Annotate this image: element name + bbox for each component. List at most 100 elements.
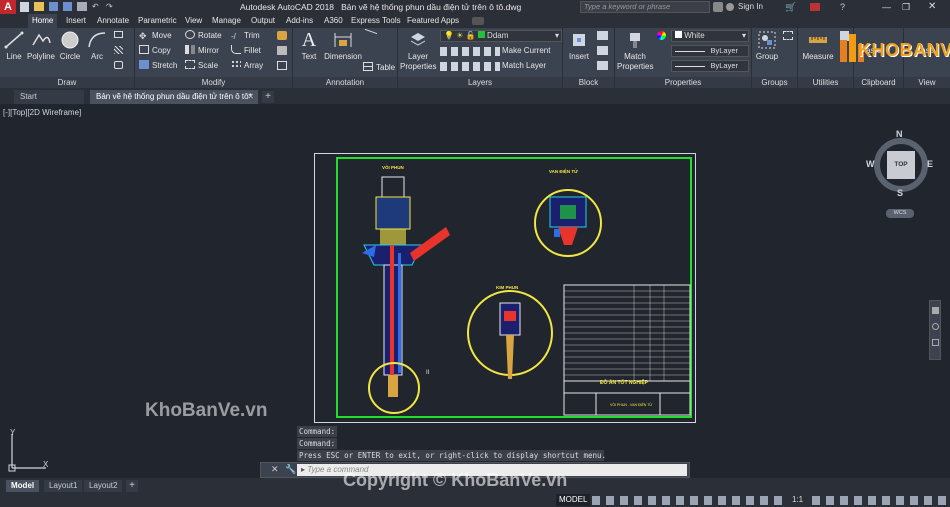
exchange-icon[interactable] xyxy=(810,3,820,11)
arc-button[interactable]: Arc xyxy=(86,29,108,62)
binoculars-icon[interactable] xyxy=(713,2,723,12)
measure-button[interactable]: Measure xyxy=(800,29,836,62)
drawing-viewport[interactable]: [-][Top][2D Wireframe] VÒI PHUN VAN ĐIỆN… xyxy=(0,104,950,478)
annotation-scale[interactable]: 1:1 xyxy=(792,494,803,506)
draw-tools-grid[interactable] xyxy=(112,31,132,71)
add-layout-button[interactable]: + xyxy=(126,480,138,492)
tab-annotate[interactable]: Annotate xyxy=(93,14,133,28)
layer-tools-row1[interactable] xyxy=(440,47,500,56)
properties-panel-title[interactable]: Properties xyxy=(615,77,751,88)
ribbon-toggle-icon[interactable] xyxy=(472,17,484,25)
tab-insert[interactable]: Insert xyxy=(62,14,90,28)
polyline-button[interactable]: Polyline xyxy=(26,29,56,62)
app-menu-button[interactable]: A xyxy=(0,0,16,14)
block-panel-title[interactable]: Block xyxy=(563,77,614,88)
scale-button[interactable]: Scale xyxy=(185,60,218,72)
undo-icon[interactable]: ↶ xyxy=(92,2,101,11)
new-tab-button[interactable]: + xyxy=(262,91,274,103)
tab-express-tools[interactable]: Express Tools xyxy=(347,14,405,28)
color-wheel-icon[interactable] xyxy=(657,31,666,40)
tab-parametric[interactable]: Parametric xyxy=(134,14,181,28)
tab-featured-apps[interactable]: Featured Apps xyxy=(403,14,463,28)
sign-in-button[interactable]: Sign In xyxy=(726,0,763,14)
ungroup-icon[interactable] xyxy=(783,31,793,40)
compass-w[interactable]: W xyxy=(866,159,875,169)
annotation-panel-title[interactable]: Annotation xyxy=(293,77,397,88)
lineweight-dropdown[interactable]: ByLayer xyxy=(671,60,749,72)
tab-start[interactable]: Start xyxy=(14,90,84,104)
compass-e[interactable]: E xyxy=(927,159,933,169)
layer-properties-button[interactable]: Layer Properties xyxy=(400,29,436,72)
cart-icon[interactable]: 🛒 xyxy=(785,0,796,14)
model-space-toggle[interactable]: MODEL xyxy=(556,494,591,506)
viewcube[interactable]: TOP N S E W WCS xyxy=(866,129,936,220)
maximize-icon[interactable]: ❐ xyxy=(902,0,910,14)
layer-dropdown[interactable]: 💡 ☀ 🔓 Ddam ▾ xyxy=(440,30,562,42)
wcs-menu[interactable]: WCS xyxy=(886,209,914,218)
edit-attributes-icon[interactable] xyxy=(597,61,608,70)
tab-model[interactable]: Model xyxy=(6,480,40,492)
edit-block-icon[interactable] xyxy=(597,46,608,55)
modify-panel-title[interactable]: Modify xyxy=(135,77,292,88)
linetype-dropdown[interactable]: ByLayer xyxy=(671,45,749,57)
tab-home[interactable]: Home xyxy=(28,14,58,28)
zoom-icon[interactable] xyxy=(932,323,939,330)
groups-panel-title[interactable]: Groups xyxy=(752,77,797,88)
close-command-icon[interactable]: ✕ xyxy=(271,464,279,475)
match-layer-button[interactable]: Match Layer xyxy=(502,60,546,72)
pan-icon[interactable] xyxy=(932,307,939,314)
tab-a360[interactable]: A360 xyxy=(320,14,347,28)
rotate-button[interactable]: Rotate xyxy=(185,30,222,42)
help-icon[interactable]: ? xyxy=(840,0,845,14)
stretch-button[interactable]: Stretch xyxy=(139,60,177,72)
insert-button[interactable]: Insert xyxy=(566,29,592,62)
tab-layout1[interactable]: Layout1 xyxy=(44,480,83,492)
layer-tools-row2[interactable] xyxy=(440,62,500,71)
quick-access-toolbar[interactable]: ↶ ↷ xyxy=(20,2,150,12)
text-button[interactable]: A Text xyxy=(296,29,322,62)
trim-button[interactable]: -/ Trim xyxy=(231,30,260,42)
color-dropdown[interactable]: White ▾ xyxy=(671,30,749,42)
clipboard-panel-title[interactable]: Clipboard xyxy=(854,77,903,88)
tab-active-drawing[interactable]: Bản vẽ hệ thống phun dầu điện tử trên ô … xyxy=(90,90,258,104)
leader-icon[interactable] xyxy=(365,28,377,43)
move-button[interactable]: ✥ Move xyxy=(139,30,172,42)
orbit-icon[interactable] xyxy=(932,339,939,346)
mirror-button[interactable]: Mirror xyxy=(185,45,219,57)
save-as-icon[interactable] xyxy=(63,2,72,11)
line-button[interactable]: Line xyxy=(3,29,25,62)
tab-add-ins[interactable]: Add-ins xyxy=(282,14,317,28)
utilities-panel-title[interactable]: Utilities xyxy=(798,77,853,88)
save-icon[interactable] xyxy=(49,2,58,11)
layers-panel-title[interactable]: Layers xyxy=(398,77,562,88)
copy-button[interactable]: Copy xyxy=(139,45,171,57)
region-icon[interactable] xyxy=(114,61,123,69)
explode-icon[interactable] xyxy=(277,46,287,55)
match-properties-button[interactable]: Match Properties xyxy=(617,29,653,72)
plot-icon[interactable] xyxy=(77,2,87,11)
create-block-icon[interactable] xyxy=(597,31,608,40)
tab-layout2[interactable]: Layout2 xyxy=(84,480,123,492)
tab-output[interactable]: Output xyxy=(247,14,279,28)
navigation-bar[interactable] xyxy=(929,300,941,360)
close-icon[interactable]: ✕ xyxy=(928,0,936,14)
viewcube-top-face[interactable]: TOP xyxy=(887,151,915,179)
fillet-button[interactable]: Fillet xyxy=(231,45,261,57)
redo-icon[interactable]: ↷ xyxy=(106,2,115,11)
status-tools-right[interactable] xyxy=(812,496,946,505)
circle-button[interactable]: Circle xyxy=(58,29,82,62)
minimize-icon[interactable]: — xyxy=(882,0,891,14)
table-button[interactable]: Table xyxy=(363,62,395,74)
array-button[interactable]: Array xyxy=(231,60,263,72)
draw-panel-title[interactable]: Draw xyxy=(0,77,134,88)
close-icon[interactable]: ✕ xyxy=(247,90,254,104)
search-input[interactable]: Type a keyword or phrase xyxy=(580,1,710,13)
erase-icon[interactable] xyxy=(277,31,287,40)
offset-icon[interactable] xyxy=(277,61,287,70)
make-current-button[interactable]: Make Current xyxy=(502,45,550,57)
compass-n[interactable]: N xyxy=(896,129,903,139)
status-tools[interactable] xyxy=(592,496,782,505)
rectangle-icon[interactable] xyxy=(114,31,123,38)
compass-s[interactable]: S xyxy=(897,188,903,198)
hatch-icon[interactable] xyxy=(114,46,123,54)
